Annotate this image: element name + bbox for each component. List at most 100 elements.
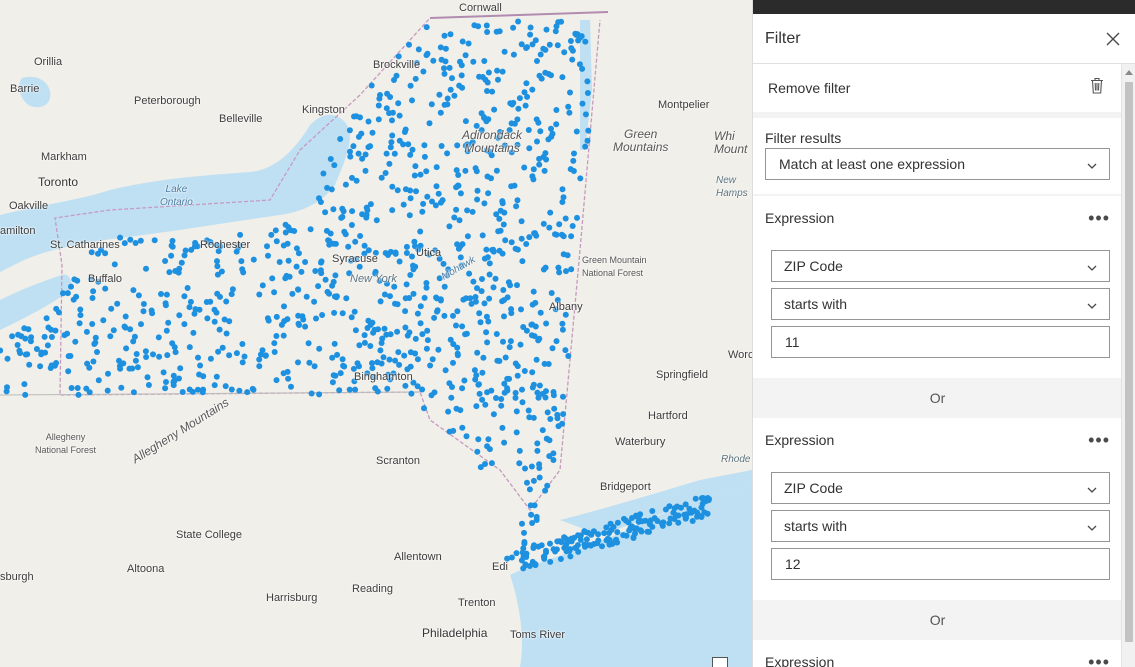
zip-point[interactable] [186, 304, 193, 311]
zip-point[interactable] [463, 295, 470, 302]
zip-point[interactable] [522, 102, 529, 109]
zip-point[interactable] [453, 206, 460, 213]
zip-point[interactable] [170, 372, 177, 379]
zip-point[interactable] [608, 527, 615, 533]
zip-point[interactable] [530, 477, 537, 484]
zip-point[interactable] [143, 265, 149, 272]
zip-point[interactable] [417, 303, 424, 310]
zip-point[interactable] [130, 338, 137, 345]
zip-point[interactable] [483, 246, 490, 253]
zip-point[interactable] [445, 408, 452, 415]
zip-point[interactable] [565, 103, 572, 110]
zip-point[interactable] [60, 290, 66, 297]
zip-point[interactable] [421, 153, 428, 160]
zip-point[interactable] [347, 153, 354, 160]
zip-point[interactable] [501, 439, 508, 446]
zip-point[interactable] [462, 52, 469, 59]
zip-point[interactable] [486, 260, 493, 267]
zip-point[interactable] [437, 44, 444, 51]
zip-point[interactable] [568, 233, 575, 240]
zip-point[interactable] [362, 151, 369, 158]
zip-point[interactable] [14, 342, 21, 348]
zip-point[interactable] [474, 349, 481, 356]
zip-point[interactable] [396, 258, 403, 265]
zip-point[interactable] [384, 385, 391, 392]
zip-point[interactable] [480, 354, 487, 361]
zip-point[interactable] [469, 208, 476, 215]
zip-point[interactable] [132, 240, 139, 246]
zip-point[interactable] [441, 312, 448, 319]
zip-point[interactable] [90, 358, 97, 365]
zip-point[interactable] [519, 549, 526, 556]
map-view[interactable]: Cornwall Orillia Barrie Peterborough Bro… [0, 0, 752, 667]
zip-point[interactable] [352, 238, 359, 245]
zip-point[interactable] [462, 167, 469, 174]
zip-point[interactable] [692, 495, 699, 502]
zip-point[interactable] [329, 379, 336, 386]
zip-point[interactable] [295, 359, 301, 366]
zip-point[interactable] [459, 424, 466, 431]
zip-point[interactable] [483, 22, 490, 29]
zip-point[interactable] [389, 132, 396, 139]
zip-point[interactable] [554, 42, 561, 49]
zip-point[interactable] [515, 105, 522, 112]
zip-point[interactable] [484, 29, 491, 35]
zip-point[interactable] [316, 391, 323, 398]
zip-point[interactable] [48, 362, 55, 369]
zip-point[interactable] [71, 276, 78, 283]
zip-point[interactable] [238, 258, 245, 265]
zip-point[interactable] [450, 312, 456, 319]
zip-point[interactable] [588, 531, 595, 538]
zip-point[interactable] [383, 105, 390, 112]
zip-point[interactable] [134, 364, 141, 371]
zip-point[interactable] [178, 259, 185, 266]
trash-icon[interactable] [1090, 77, 1104, 99]
zip-point[interactable] [475, 436, 482, 443]
zip-point[interactable] [497, 207, 504, 214]
zip-point[interactable] [200, 386, 207, 393]
zip-point[interactable] [533, 513, 540, 520]
zip-point[interactable] [635, 518, 642, 525]
zip-point[interactable] [433, 164, 440, 171]
zip-point[interactable] [334, 351, 341, 358]
zip-point[interactable] [365, 118, 372, 125]
zip-point[interactable] [163, 327, 170, 334]
zip-point[interactable] [367, 343, 374, 349]
zip-point[interactable] [84, 360, 91, 367]
zip-point[interactable] [530, 288, 537, 295]
zip-point[interactable] [523, 327, 530, 334]
zip-point[interactable] [211, 382, 218, 389]
zip-point[interactable] [369, 129, 376, 136]
zip-point[interactable] [375, 116, 382, 123]
zip-point[interactable] [211, 306, 218, 313]
zip-point[interactable] [186, 386, 193, 393]
zip-point[interactable] [577, 175, 584, 182]
zip-point[interactable] [515, 18, 522, 25]
zip-point[interactable] [481, 200, 488, 207]
zip-point[interactable] [271, 289, 278, 296]
zip-point[interactable] [311, 363, 318, 370]
more-options-icon[interactable]: ••• [1088, 653, 1110, 667]
zip-point[interactable] [414, 356, 421, 363]
zip-point[interactable] [268, 231, 275, 238]
zip-point[interactable] [395, 349, 402, 356]
zip-point[interactable] [582, 143, 589, 150]
zip-point[interactable] [187, 298, 194, 305]
zip-point[interactable] [339, 310, 346, 317]
zip-point[interactable] [529, 520, 536, 526]
zip-point[interactable] [527, 24, 534, 31]
zip-point[interactable] [391, 150, 398, 157]
zip-point[interactable] [524, 93, 531, 100]
zip-point[interactable] [48, 334, 55, 340]
zip-point[interactable] [162, 385, 169, 392]
zip-point[interactable] [403, 243, 410, 250]
zip-point[interactable] [143, 354, 150, 360]
zip-point[interactable] [516, 460, 523, 467]
zip-point[interactable] [423, 345, 430, 352]
zip-point[interactable] [53, 305, 60, 312]
zip-point[interactable] [620, 532, 627, 539]
zip-point[interactable] [493, 167, 500, 174]
zip-point[interactable] [512, 360, 519, 367]
zip-point[interactable] [200, 373, 207, 380]
zip-point[interactable] [442, 367, 449, 374]
